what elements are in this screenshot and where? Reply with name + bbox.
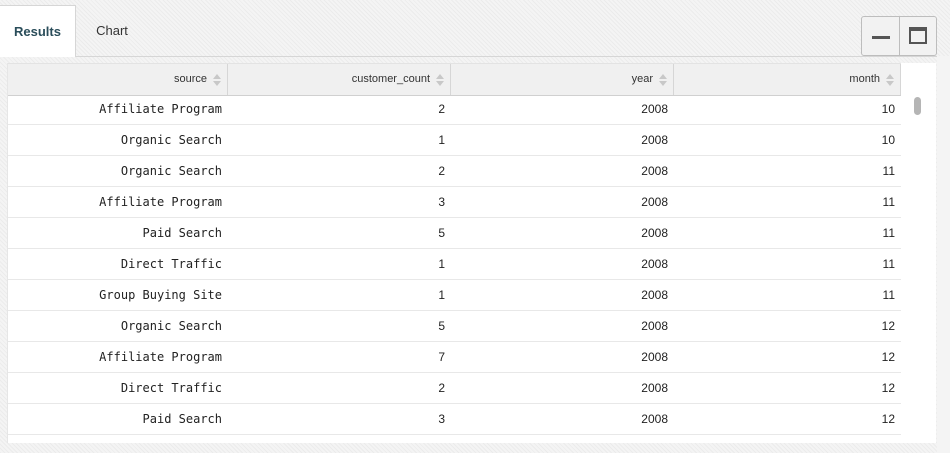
cell-month: 12 [881, 350, 895, 364]
table-header: source customer_count year month [8, 63, 901, 96]
cell-customer-count: 1 [438, 133, 445, 147]
cell-year: 2008 [641, 381, 668, 395]
cell-year: 2008 [641, 226, 668, 240]
sort-icon[interactable] [436, 74, 444, 86]
cell-year: 2008 [641, 102, 668, 116]
cell-source: Paid Search [142, 226, 222, 240]
table-row[interactable]: Affiliate Program 2 2008 10 [8, 94, 901, 125]
cell-customer-count: 1 [438, 257, 445, 271]
cell-source: Organic Search [120, 319, 222, 333]
tab-results[interactable]: Results [0, 5, 76, 57]
cell-year: 2008 [641, 195, 668, 209]
cell-month: 11 [882, 288, 895, 302]
column-header-label: month [849, 73, 880, 85]
cell-month: 11 [882, 226, 895, 240]
column-header-customer-count[interactable]: customer_count [228, 64, 451, 95]
minimize-icon [872, 36, 890, 39]
cell-year: 2008 [641, 133, 668, 147]
cell-year: 2008 [641, 164, 668, 178]
table-body: Affiliate Program 2 2008 10 Organic Search 1 2… [8, 94, 901, 435]
cell-source: Affiliate Program [99, 350, 222, 364]
cell-month: 11 [882, 195, 895, 209]
table-row[interactable]: Organic Search 1 2008 10 [8, 125, 901, 156]
cell-customer-count: 1 [438, 288, 445, 302]
cell-source: Affiliate Program [99, 102, 222, 116]
table-row[interactable]: Paid Search 5 2008 11 [8, 218, 901, 249]
sort-icon[interactable] [659, 74, 667, 86]
column-header-label: customer_count [351, 73, 430, 85]
sort-icon[interactable] [213, 74, 221, 86]
column-header-label: source [173, 73, 207, 85]
cell-customer-count: 3 [438, 195, 445, 209]
column-header-label: year [631, 73, 653, 85]
tab-bar: Results Chart [0, 0, 950, 57]
vertical-scrollbar[interactable] [913, 94, 923, 440]
cell-year: 2008 [641, 257, 668, 271]
table-row[interactable]: Direct Traffic 2 2008 12 [8, 373, 901, 404]
cell-source: Direct Traffic [120, 381, 222, 395]
column-header-source[interactable]: source [8, 64, 228, 95]
cell-year: 2008 [641, 412, 668, 426]
cell-customer-count: 2 [438, 102, 445, 116]
table-row[interactable]: Group Buying Site 1 2008 11 [8, 280, 901, 311]
cell-source: Affiliate Program [99, 195, 222, 209]
cell-source: Group Buying Site [99, 288, 222, 302]
cell-month: 12 [881, 412, 895, 426]
cell-year: 2008 [641, 288, 668, 302]
cell-customer-count: 2 [438, 381, 445, 395]
cell-month: 12 [881, 319, 895, 333]
table-row[interactable]: Organic Search 5 2008 12 [8, 311, 901, 342]
cell-month: 11 [882, 257, 895, 271]
cell-year: 2008 [641, 350, 668, 364]
cell-customer-count: 2 [438, 164, 445, 178]
tab-chart[interactable]: Chart [80, 5, 144, 56]
cell-customer-count: 5 [438, 226, 445, 240]
window-controls [861, 16, 937, 56]
results-panel: Results Chart source customer_count year [0, 0, 950, 453]
column-header-month[interactable]: month [674, 64, 901, 95]
cell-month: 12 [881, 381, 895, 395]
cell-source: Paid Search [142, 412, 222, 426]
cell-customer-count: 3 [438, 412, 445, 426]
cell-source: Direct Traffic [120, 257, 222, 271]
cell-customer-count: 5 [438, 319, 445, 333]
panel-edge [937, 56, 950, 453]
table-row[interactable]: Affiliate Program 3 2008 11 [8, 187, 901, 218]
cell-source: Organic Search [120, 133, 222, 147]
sort-icon[interactable] [886, 74, 894, 86]
results-grid: source customer_count year month Affilia… [7, 63, 936, 443]
cell-month: 10 [881, 102, 895, 116]
table-row[interactable]: Affiliate Program 7 2008 12 [8, 342, 901, 373]
cell-month: 11 [882, 164, 895, 178]
cell-customer-count: 7 [438, 350, 445, 364]
cell-month: 10 [881, 133, 895, 147]
cell-year: 2008 [641, 319, 668, 333]
column-header-year[interactable]: year [451, 64, 674, 95]
maximize-button[interactable] [898, 17, 936, 55]
maximize-icon [908, 27, 927, 44]
table-row[interactable]: Direct Traffic 1 2008 11 [8, 249, 901, 280]
minimize-button[interactable] [862, 17, 899, 55]
cell-source: Organic Search [120, 164, 222, 178]
scrollbar-thumb[interactable] [914, 97, 921, 115]
table-row[interactable]: Paid Search 3 2008 12 [8, 404, 901, 435]
table-row[interactable]: Organic Search 2 2008 11 [8, 156, 901, 187]
